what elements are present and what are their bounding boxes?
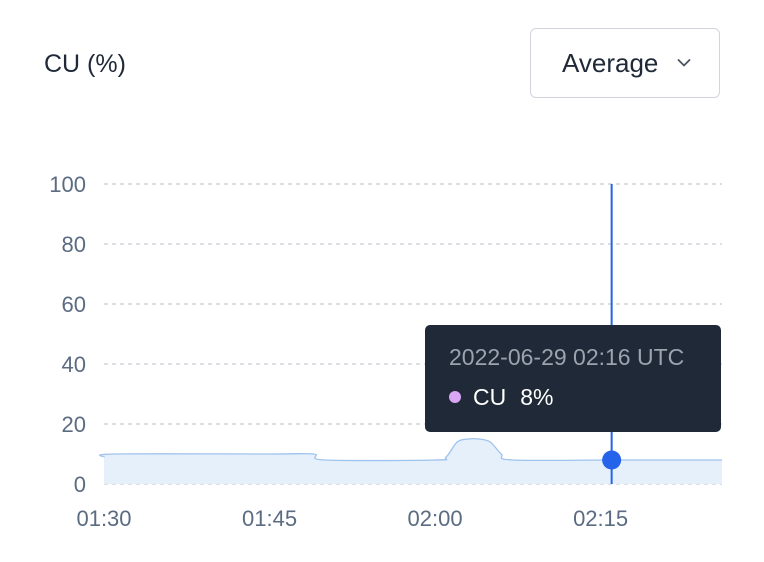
cu-chart-panel: CU (%) Average 0 20 40 60 80 100 01:30 01:45 02… — [0, 0, 764, 562]
series-area-fill — [99, 438, 723, 484]
x-axis: 01:30 01:45 02:00 02:15 — [76, 506, 628, 531]
y-tick-label: 40 — [62, 352, 86, 377]
y-tick-label: 0 — [74, 472, 86, 497]
y-tick-label: 100 — [49, 172, 86, 197]
y-tick-label: 20 — [62, 412, 86, 437]
highlighted-point — [602, 450, 622, 470]
x-tick-label: 02:15 — [573, 506, 628, 531]
y-axis: 0 20 40 60 80 100 — [49, 172, 86, 497]
tooltip-series-value: 8% — [520, 384, 554, 410]
y-tick-label: 60 — [62, 292, 86, 317]
plot-area — [99, 437, 723, 484]
tooltip-series-name: CU — [473, 384, 507, 410]
x-tick-label: 01:45 — [242, 506, 297, 531]
tooltip-series-row: CU 8% — [449, 382, 721, 412]
chart-tooltip: 2022-06-29 02:16 UTC CU 8% — [425, 325, 721, 432]
x-tick-label: 01:30 — [76, 506, 131, 531]
x-tick-label: 02:00 — [408, 506, 463, 531]
cu-area-chart[interactable]: 0 20 40 60 80 100 01:30 01:45 02:00 02:15 — [0, 0, 764, 562]
series-color-dot — [449, 391, 461, 403]
y-tick-label: 80 — [62, 232, 86, 257]
tooltip-timestamp: 2022-06-29 02:16 UTC — [449, 344, 685, 370]
